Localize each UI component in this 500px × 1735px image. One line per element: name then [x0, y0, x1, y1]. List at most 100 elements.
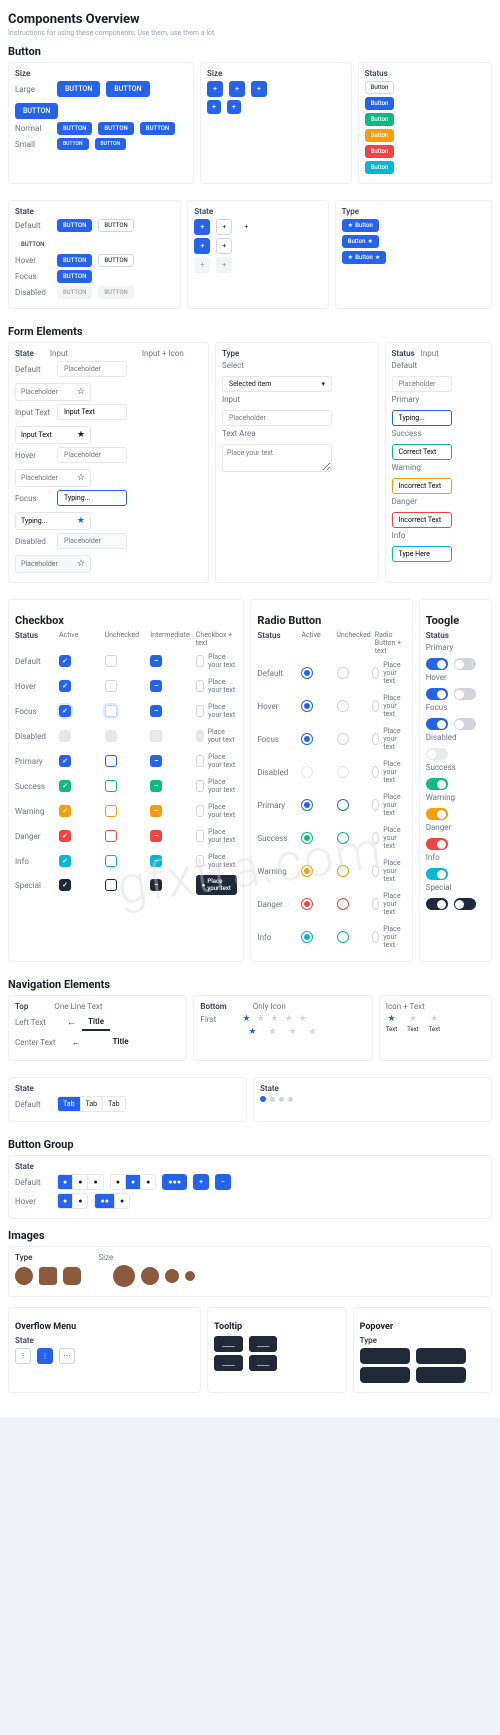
ic-d2[interactable]: +: [216, 219, 232, 235]
btn-status-success[interactable]: Button: [365, 113, 395, 126]
btn-status-info[interactable]: Button: [365, 161, 395, 174]
cb-s-i[interactable]: –: [150, 780, 162, 792]
cb-dg-t[interactable]: [196, 830, 204, 842]
bg-h1b[interactable]: ●: [73, 1194, 87, 1208]
bg-2a[interactable]: ●: [111, 1175, 126, 1189]
toggle-danger[interactable]: [426, 838, 448, 850]
overflow-btn-1[interactable]: ⋮: [15, 1348, 31, 1364]
nav-ic-4[interactable]: ★: [309, 1027, 317, 1037]
btn-foc[interactable]: BUTTON: [57, 270, 92, 283]
btn-icon-left[interactable]: ★ Button: [342, 219, 379, 232]
cb-def-u[interactable]: [105, 655, 117, 667]
btn-hov[interactable]: BUTTON: [57, 254, 92, 267]
textarea-field[interactable]: [222, 444, 332, 472]
toggle-focus-on[interactable]: [426, 718, 448, 730]
cb-sp-a[interactable]: ✓: [59, 879, 71, 891]
nav-ic-3[interactable]: ★: [289, 1027, 297, 1037]
input-focus[interactable]: [57, 490, 127, 506]
rb-dg-a[interactable]: [301, 898, 313, 910]
btn-status-warning[interactable]: Button: [365, 129, 395, 142]
rb-dg-u[interactable]: [337, 898, 349, 910]
toggle-info[interactable]: [426, 868, 448, 880]
icon-btn-md[interactable]: +: [207, 100, 221, 114]
tab-pill-c[interactable]: Tab: [103, 1097, 125, 1111]
input-hover[interactable]: [57, 447, 127, 463]
toggle-warning[interactable]: [426, 808, 448, 820]
tab-pill-b[interactable]: Tab: [81, 1097, 104, 1111]
bg-2b[interactable]: ●: [126, 1175, 141, 1189]
rb-w-a[interactable]: [301, 865, 313, 877]
cb-f-i[interactable]: –: [150, 705, 162, 717]
status-input-default[interactable]: [392, 376, 452, 392]
nav-star-5[interactable]: ★: [299, 1014, 307, 1024]
cb-dg-i[interactable]: –: [150, 830, 162, 842]
btn-icon-both[interactable]: ★ Button ★: [342, 251, 387, 264]
cb-p-i[interactable]: –: [150, 755, 162, 767]
cb-f-t[interactable]: [196, 705, 204, 717]
cb-dg-u[interactable]: [105, 830, 117, 842]
ic-h2[interactable]: +: [216, 238, 232, 254]
cb-in-a[interactable]: ✓: [59, 855, 71, 867]
rb-s-u[interactable]: [337, 832, 349, 844]
overflow-btn-3[interactable]: ⋯: [59, 1348, 75, 1364]
rb-i-u[interactable]: [337, 931, 349, 943]
toggle-primary-off[interactable]: [454, 658, 476, 670]
cb-p-u[interactable]: [105, 755, 117, 767]
nav-star-4[interactable]: ★: [285, 1014, 293, 1024]
cb-h-a[interactable]: ✓: [59, 680, 71, 692]
overflow-btn-2[interactable]: ⋮: [37, 1348, 53, 1364]
cb-s-u[interactable]: [105, 780, 117, 792]
cb-def-i[interactable]: –: [150, 655, 162, 667]
btn-large-2[interactable]: BUTTON: [106, 81, 149, 97]
cb-w-a[interactable]: ✓: [59, 805, 71, 817]
bg-h1a[interactable]: ●: [58, 1194, 73, 1208]
dot-2[interactable]: [270, 1097, 275, 1102]
input-default[interactable]: [57, 361, 127, 377]
bg-1a[interactable]: ●: [58, 1175, 73, 1189]
inputicon-hover[interactable]: ☆: [15, 469, 91, 487]
cb-s-t[interactable]: [196, 780, 204, 792]
cb-sp-btn[interactable]: ● Place your text: [196, 875, 238, 895]
toggle-success[interactable]: [426, 778, 448, 790]
nav-item-3[interactable]: ★Text: [429, 1014, 440, 1034]
rb-p-u[interactable]: [337, 799, 349, 811]
nav-back-icon[interactable]: ←: [67, 1017, 76, 1028]
nav-ic-2[interactable]: ★: [268, 1027, 276, 1037]
nav-item-2[interactable]: ★Text: [407, 1014, 418, 1034]
rb-f-t[interactable]: [372, 733, 379, 745]
status-input-warning[interactable]: [392, 478, 452, 494]
inputicon-text[interactable]: ★: [15, 426, 91, 444]
nav-ic-1[interactable]: ★: [248, 1027, 256, 1037]
input-text[interactable]: [57, 404, 127, 420]
rb-s-t[interactable]: [372, 832, 379, 844]
cb-sp-u[interactable]: [105, 879, 117, 891]
icon-btn-md2[interactable]: +: [227, 100, 241, 114]
btn-def2[interactable]: BUTTON: [98, 219, 133, 232]
icon-btn-lg[interactable]: +: [207, 81, 223, 97]
cb-p-t[interactable]: [196, 755, 204, 767]
btn-status-danger[interactable]: Button: [365, 145, 395, 158]
rb-h-u[interactable]: [337, 700, 349, 712]
btn-status-primary[interactable]: Button: [365, 97, 395, 110]
rb-w-u[interactable]: [337, 865, 349, 877]
nav-star-3[interactable]: ★: [271, 1014, 279, 1024]
status-input-success[interactable]: [392, 444, 452, 460]
btn-normal-3[interactable]: BUTTON: [140, 122, 175, 135]
ic-d3[interactable]: +: [238, 219, 254, 235]
btn-status-default[interactable]: Button: [365, 81, 395, 94]
toggle-dark-on[interactable]: [426, 898, 448, 910]
rb-d-u[interactable]: [337, 667, 349, 679]
cb-in-u[interactable]: [105, 855, 117, 867]
btn-icon-right[interactable]: Button ★: [342, 235, 379, 248]
bg-h2b[interactable]: ●: [115, 1194, 129, 1208]
btn-hov2[interactable]: BUTTON: [98, 254, 133, 267]
btn-large-1[interactable]: BUTTON: [57, 81, 100, 97]
rb-f-a[interactable]: [301, 733, 313, 745]
cb-dg-a[interactable]: ✓: [59, 830, 71, 842]
bg-3a[interactable]: ●●●: [163, 1175, 186, 1189]
bg-1b[interactable]: ●: [73, 1175, 88, 1189]
cb-def-a[interactable]: ✓: [59, 655, 71, 667]
nav-title-1[interactable]: Title: [82, 1014, 110, 1031]
bg-2c[interactable]: ●: [141, 1175, 155, 1189]
rb-s-a[interactable]: [301, 832, 313, 844]
